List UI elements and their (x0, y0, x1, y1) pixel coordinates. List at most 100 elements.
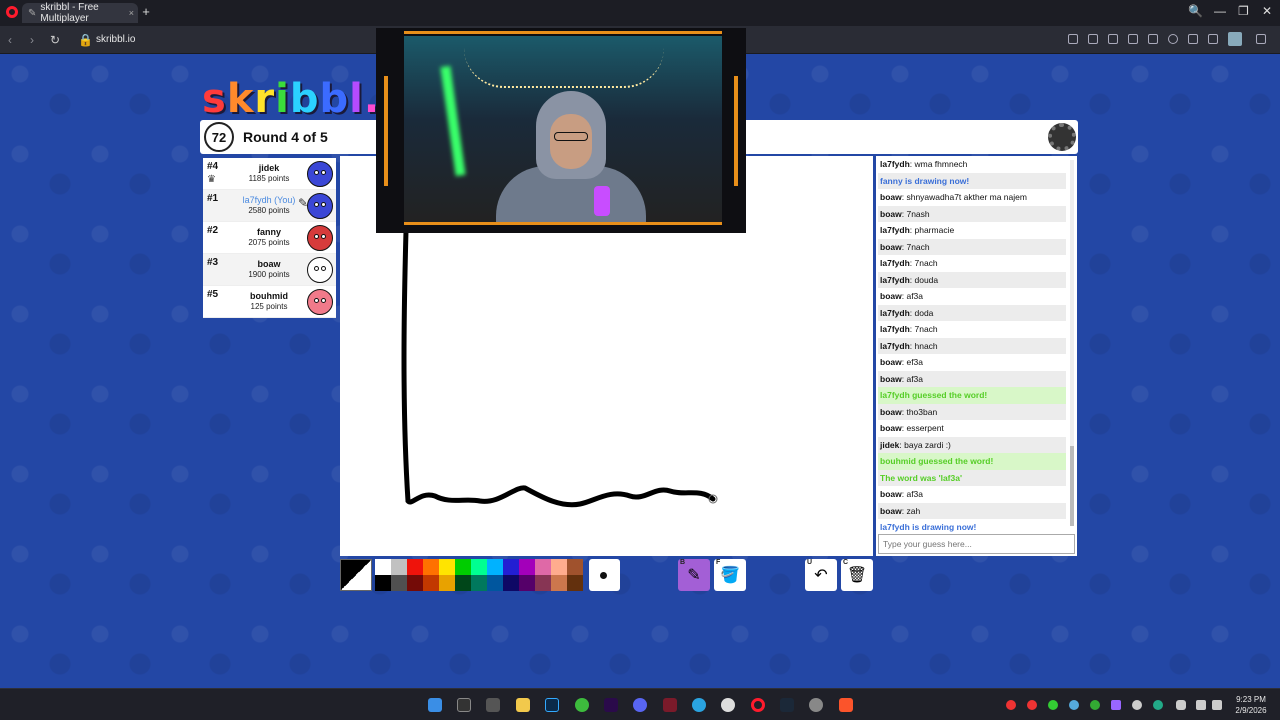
back-icon[interactable]: ‹ (8, 33, 12, 47)
menu-icon[interactable] (1208, 34, 1218, 44)
epic-games-icon[interactable] (457, 698, 471, 712)
player-row[interactable]: #5 bouhmid 125 points (203, 286, 336, 318)
palette-color-swatch[interactable] (407, 559, 423, 575)
volume-icon[interactable] (1212, 700, 1222, 710)
chat-scroll-thumb[interactable] (1070, 446, 1074, 526)
tab-close-icon[interactable]: × (129, 8, 134, 18)
player-row[interactable]: #3 boaw 1900 points (203, 254, 336, 286)
minimize-button[interactable]: — (1214, 4, 1226, 18)
chat-text: zah (906, 505, 921, 516)
chat-message: la7fydh: douda (878, 271, 1066, 288)
palette-color-swatch[interactable] (503, 575, 519, 591)
app-icon-3[interactable] (809, 698, 823, 712)
windows-start-icon[interactable] (428, 698, 442, 712)
palette-color-swatch[interactable] (535, 559, 551, 575)
premiere-icon[interactable] (604, 698, 618, 712)
palette-color-swatch[interactable] (375, 575, 391, 591)
heart-icon[interactable] (1168, 34, 1178, 44)
palette-color-swatch[interactable] (375, 559, 391, 575)
shield-icon[interactable] (1108, 34, 1118, 44)
tray-icon-2[interactable] (1027, 700, 1037, 710)
palette-color-swatch[interactable] (471, 559, 487, 575)
palette-color-swatch[interactable] (391, 575, 407, 591)
palette-color-swatch[interactable] (519, 575, 535, 591)
vpn-icon[interactable] (1128, 34, 1138, 44)
lock-icon: 🔒 (78, 33, 93, 47)
wifi-icon[interactable] (1196, 700, 1206, 710)
tray-nvidia-icon[interactable] (1048, 700, 1058, 710)
palette-color-swatch[interactable] (567, 575, 583, 591)
steam-icon[interactable] (780, 698, 794, 712)
brave-icon[interactable] (839, 698, 853, 712)
pen-tool-button[interactable]: B ✎ (678, 559, 710, 591)
app-icon-2[interactable] (663, 698, 677, 712)
palette-color-swatch[interactable] (471, 575, 487, 591)
telegram-icon[interactable] (692, 698, 706, 712)
tray-defender-icon[interactable] (1153, 700, 1163, 710)
search-icon[interactable]: 🔍 (1188, 4, 1203, 18)
mic-icon[interactable] (1176, 700, 1186, 710)
download-icon[interactable] (1188, 34, 1198, 44)
palette-color-swatch[interactable] (487, 559, 503, 575)
palette-color-swatch[interactable] (551, 575, 567, 591)
tray-icon-6[interactable] (1111, 700, 1121, 710)
maximize-button[interactable]: ❐ (1238, 4, 1249, 18)
fill-tool-button[interactable]: F 🪣 (714, 559, 746, 591)
palette-color-swatch[interactable] (439, 559, 455, 575)
player-row[interactable]: #1 la7fydh (You) 2580 points ✎ (203, 190, 336, 222)
player-row[interactable]: #2 fanny 2075 points (203, 222, 336, 254)
xbox-icon[interactable] (575, 698, 589, 712)
chat-system-text: la7fydh guessed the word! (880, 390, 988, 400)
palette-color-swatch[interactable] (519, 559, 535, 575)
palette-color-swatch[interactable] (503, 559, 519, 575)
chat-username: boaw (880, 505, 902, 516)
forward-icon[interactable]: › (30, 33, 34, 47)
share-icon[interactable] (1068, 34, 1078, 44)
play-icon[interactable] (1148, 34, 1158, 44)
chat-message: boaw: af3a (878, 486, 1066, 503)
new-tab-button[interactable]: + (140, 5, 152, 18)
camera-icon[interactable] (1088, 34, 1098, 44)
palette-color-swatch[interactable] (423, 575, 439, 591)
settings-gear-icon[interactable] (1048, 123, 1076, 151)
palette-color-swatch[interactable] (487, 575, 503, 591)
close-button[interactable]: ✕ (1262, 4, 1272, 18)
lightroom-icon[interactable] (545, 698, 559, 712)
url-field[interactable]: skribbl.io (96, 34, 135, 45)
extension-icon[interactable] (1256, 34, 1266, 44)
palette-color-swatch[interactable] (423, 559, 439, 575)
chat-messages: la7fydh: wma fhmnech fanny is drawing now… (878, 156, 1066, 536)
chat-username: la7fydh (880, 324, 910, 334)
file-explorer-icon[interactable] (516, 698, 530, 712)
palette-color-swatch[interactable] (551, 559, 567, 575)
guess-input[interactable] (878, 534, 1075, 554)
app-icon[interactable] (486, 698, 500, 712)
player-row[interactable]: #4 jidek 1185 points ♛ (203, 158, 336, 190)
opera-logo-icon[interactable] (6, 6, 18, 18)
palette-color-swatch[interactable] (407, 575, 423, 591)
discord-icon[interactable] (633, 698, 647, 712)
palette-color-swatch[interactable] (455, 559, 471, 575)
tray-icon-5[interactable] (1090, 700, 1100, 710)
undo-button[interactable]: U ↶ (805, 559, 837, 591)
browser-tab[interactable]: ✎ skribbl - Free Multiplayer × (22, 2, 138, 24)
palette-color-swatch[interactable] (391, 559, 407, 575)
chat-username: boaw (880, 208, 902, 219)
palette-color-swatch[interactable] (455, 575, 471, 591)
clear-button[interactable]: C 🗑 (841, 559, 873, 591)
tray-gear-icon[interactable] (1132, 700, 1142, 710)
profile-avatar[interactable] (1228, 32, 1242, 46)
chat-text: 7nach (914, 258, 938, 268)
string-lights (464, 48, 664, 88)
reload-icon[interactable]: ↻ (50, 33, 60, 47)
opera-icon[interactable] (751, 698, 765, 712)
tray-icon-4[interactable] (1069, 700, 1079, 710)
tray-record-icon[interactable] (1006, 700, 1016, 710)
palette-color-swatch[interactable] (439, 575, 455, 591)
brush-size-button[interactable] (589, 559, 620, 591)
obs-icon[interactable] (721, 698, 735, 712)
chat-text: af3a (906, 373, 924, 384)
palette-color-swatch[interactable] (567, 559, 583, 575)
palette-color-swatch[interactable] (535, 575, 551, 591)
clock-datetime[interactable]: 9:23 PM 2/9/2026 (1226, 694, 1276, 716)
